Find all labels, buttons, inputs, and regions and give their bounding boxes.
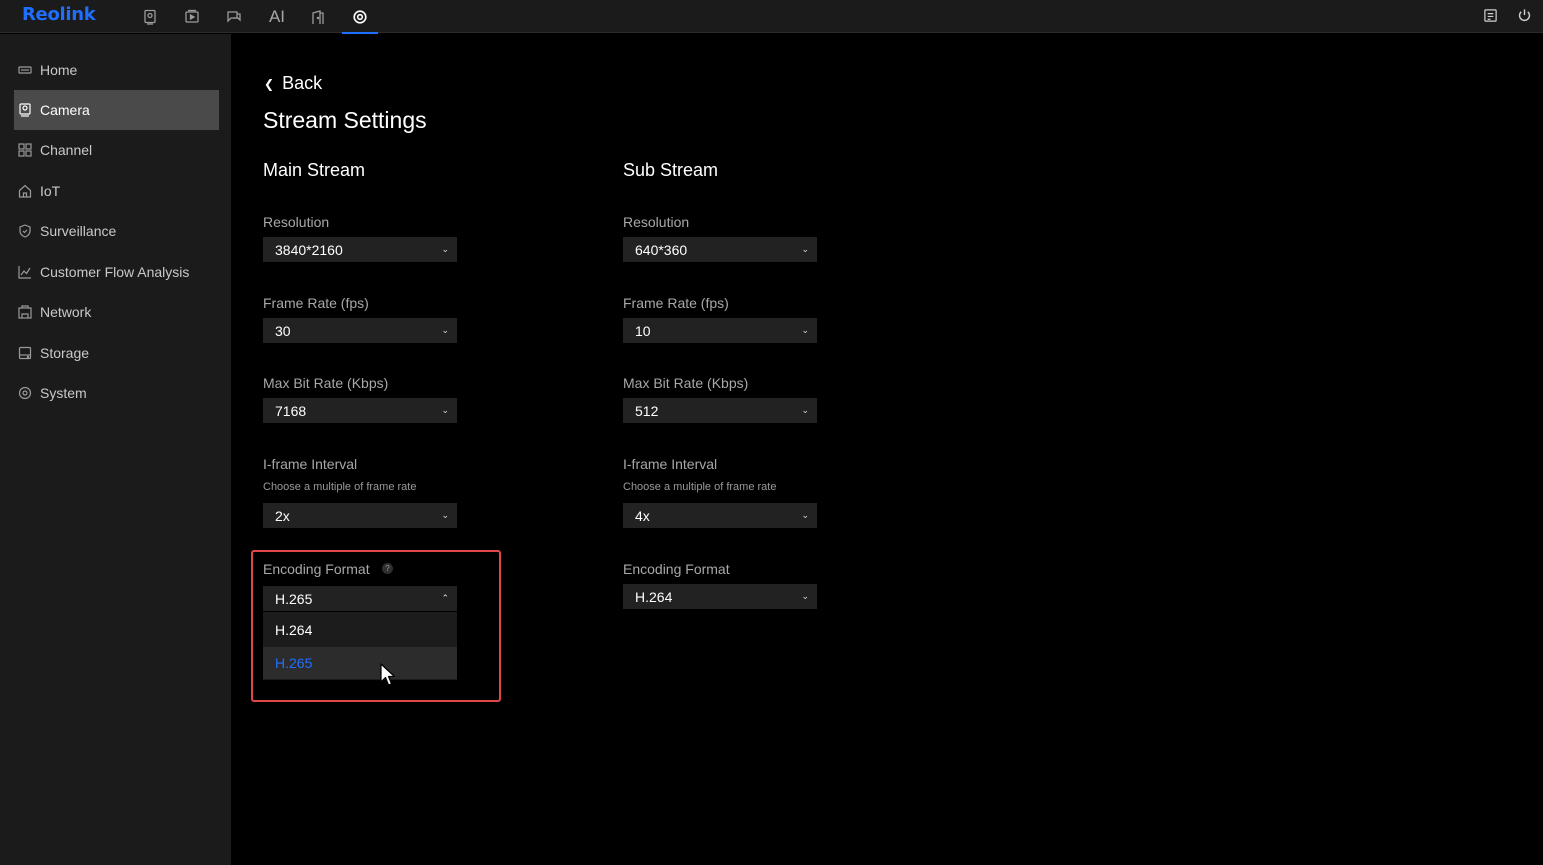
help-icon[interactable]: ?	[382, 563, 393, 574]
mouse-cursor-icon	[380, 663, 396, 686]
sidebar-item-home[interactable]: Home	[14, 50, 219, 90]
select-value: 512	[635, 402, 659, 419]
sidebar-item-customer-flow[interactable]: Customer Flow Analysis	[14, 252, 219, 292]
house-icon	[18, 184, 32, 198]
sidebar-item-label: Camera	[40, 102, 90, 118]
select-value: 640*360	[635, 241, 688, 258]
select-value: 10	[635, 322, 651, 339]
nav-messages-icon[interactable]	[216, 0, 252, 33]
shield-icon	[18, 224, 32, 238]
nav-settings-icon[interactable]	[342, 0, 378, 34]
sidebar-item-system[interactable]: System	[14, 373, 219, 413]
select-value: 30	[275, 322, 291, 339]
sub-iframe-label: I-frame Interval	[623, 456, 718, 472]
sidebar-item-iot[interactable]: IoT	[14, 171, 219, 211]
main-iframe-label: I-frame Interval	[263, 456, 358, 472]
sub-bitrate-select[interactable]: 512 ⌄	[623, 398, 817, 423]
storage-icon	[18, 346, 32, 360]
select-value: H.265	[275, 590, 313, 607]
sidebar-item-label: Home	[40, 62, 78, 78]
sub-encoding-label: Encoding Format	[623, 561, 730, 577]
main-encoding-label: Encoding Format	[263, 561, 370, 577]
grid-icon	[18, 143, 32, 157]
sub-stream-title: Sub Stream	[623, 160, 719, 180]
sub-resolution-select[interactable]: 640*360 ⌄	[623, 237, 817, 262]
power-icon[interactable]	[1510, 0, 1538, 30]
select-value: 4x	[635, 507, 650, 524]
main-encoding-select[interactable]: H.265 ⌃	[263, 586, 457, 611]
main-frame-rate-label: Frame Rate (fps)	[263, 295, 369, 311]
sub-bitrate-label: Max Bit Rate (Kbps)	[623, 375, 749, 391]
main-bitrate-label: Max Bit Rate (Kbps)	[263, 375, 389, 391]
chevron-down-icon: ⌄	[801, 244, 809, 254]
sub-resolution-label: Resolution	[623, 214, 690, 230]
nav-ai-tab[interactable]: AI	[259, 0, 295, 33]
back-button[interactable]: ❮ Back	[264, 73, 322, 94]
chevron-down-icon: ⌄	[441, 510, 449, 520]
sidebar-item-network[interactable]: Network	[14, 292, 219, 332]
sidebar-item-channel[interactable]: Channel	[14, 130, 219, 170]
sub-iframe-hint: Choose a multiple of frame rate	[623, 481, 777, 493]
sub-iframe-select[interactable]: 4x ⌄	[623, 503, 817, 528]
main-iframe-hint: Choose a multiple of frame rate	[263, 481, 417, 493]
select-value: 7168	[275, 402, 307, 419]
select-value: 2x	[275, 507, 290, 524]
main-bitrate-select[interactable]: 7168 ⌄	[263, 398, 457, 423]
sidebar: Home Camera Channel IoT Surveillance Cus…	[0, 34, 231, 865]
sidebar-item-label: Channel	[40, 142, 93, 158]
select-value: H.264	[635, 588, 673, 605]
chevron-left-icon: ❮	[264, 76, 275, 91]
sidebar-item-label: Customer Flow Analysis	[40, 264, 190, 280]
chevron-down-icon: ⌄	[801, 591, 809, 601]
home-icon	[18, 63, 32, 77]
sidebar-item-surveillance[interactable]: Surveillance	[14, 211, 219, 251]
notes-icon[interactable]	[1476, 0, 1504, 30]
main-resolution-label: Resolution	[263, 214, 330, 230]
nav-playback-icon[interactable]	[174, 0, 210, 33]
encoding-dropdown-menu: H.264 H.265	[263, 612, 457, 680]
chevron-up-icon: ⌃	[441, 593, 449, 603]
main-stream-title: Main Stream	[263, 160, 366, 180]
network-icon	[18, 305, 32, 319]
nav-camera-icon[interactable]	[132, 0, 168, 33]
chevron-down-icon: ⌄	[441, 325, 449, 335]
main-iframe-select[interactable]: 2x ⌄	[263, 503, 457, 528]
chevron-down-icon: ⌄	[801, 405, 809, 415]
dropdown-option-h265[interactable]: H.265	[263, 647, 457, 679]
chevron-down-icon: ⌄	[801, 325, 809, 335]
camera-icon	[18, 103, 32, 117]
chevron-down-icon: ⌄	[441, 405, 449, 415]
sidebar-item-camera[interactable]: Camera	[14, 90, 219, 130]
sub-encoding-select[interactable]: H.264 ⌄	[623, 584, 817, 609]
sidebar-item-label: IoT	[40, 183, 61, 199]
sidebar-item-storage[interactable]: Storage	[14, 333, 219, 373]
page-title: Stream Settings	[263, 107, 427, 133]
top-bar: Reolink AI	[0, 0, 1543, 34]
nav-door-icon[interactable]	[300, 0, 336, 33]
main-frame-rate-select[interactable]: 30 ⌄	[263, 318, 457, 343]
sub-frame-rate-label: Frame Rate (fps)	[623, 295, 729, 311]
dropdown-option-h264[interactable]: H.264	[263, 614, 457, 646]
select-value: 3840*2160	[275, 241, 343, 258]
sub-frame-rate-select[interactable]: 10 ⌄	[623, 318, 817, 343]
system-icon	[18, 386, 32, 400]
reolink-logo[interactable]: Reolink	[22, 4, 96, 25]
sidebar-item-label: Network	[40, 304, 92, 320]
main-resolution-select[interactable]: 3840*2160 ⌄	[263, 237, 457, 262]
chart-icon	[18, 265, 32, 279]
back-label: Back	[282, 73, 323, 93]
sidebar-item-label: Surveillance	[40, 223, 117, 239]
active-tab-indicator	[342, 32, 378, 34]
chevron-down-icon: ⌄	[801, 510, 809, 520]
sidebar-item-label: Storage	[40, 345, 90, 361]
sidebar-item-label: System	[40, 385, 87, 401]
chevron-down-icon: ⌄	[441, 244, 449, 254]
